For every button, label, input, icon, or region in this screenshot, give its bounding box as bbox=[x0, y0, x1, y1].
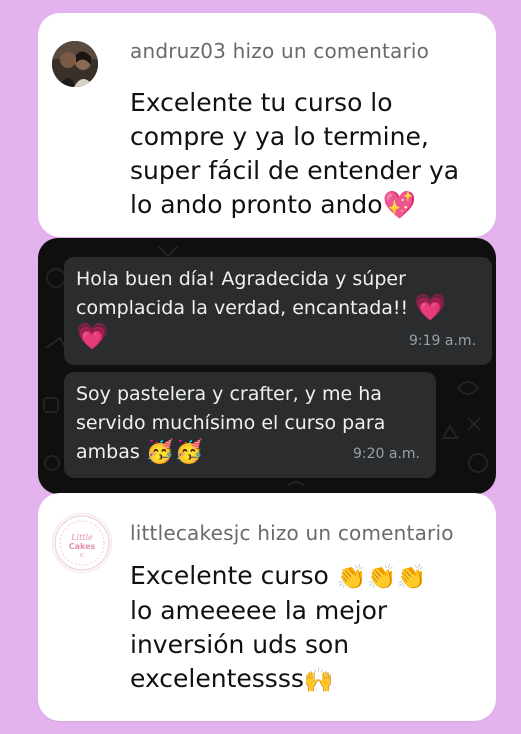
message-line: Hola buen día! Agradecida y súper bbox=[76, 265, 447, 294]
comment-line: inversión uds son bbox=[130, 630, 350, 659]
comment-text: Excelente curso 👏👏👏 lo ameeeee la mejor … bbox=[130, 559, 426, 697]
message-line: servido muchísimo el curso para bbox=[76, 412, 386, 434]
raising-hands-icon: 🙌 bbox=[303, 666, 334, 694]
message-text: Hola buen día! Agradecida y súper compla… bbox=[76, 265, 447, 352]
chat-message-bubble[interactable]: Soy pastelera y crafter, y me ha servido… bbox=[64, 372, 436, 478]
message-line-text: ambas bbox=[76, 441, 140, 463]
message-text: Soy pastelera y crafter, y me ha servido… bbox=[76, 380, 385, 467]
comment-card-andruz03: andruz03 hizo un comentario Excelente tu… bbox=[38, 13, 496, 237]
message-timestamp: 9:19 a.m. bbox=[408, 333, 476, 349]
avatar[interactable]: Little Cakes JC bbox=[52, 513, 112, 573]
message-line: ambas 🥳🥳 bbox=[76, 438, 385, 467]
comment-line: lo ando pronto ando bbox=[130, 190, 383, 219]
partying-face-icon: 🥳🥳 bbox=[145, 439, 204, 465]
svg-text:JC: JC bbox=[79, 553, 85, 559]
comment-line: excelentessss🙌 bbox=[130, 662, 426, 697]
comment-line-last: lo ando pronto ando💖 bbox=[130, 188, 459, 223]
comment-line: super fácil de entender ya bbox=[130, 156, 460, 185]
clapping-hands-icon: 👏👏👏 bbox=[336, 563, 427, 591]
comment-line-text: excelentessss bbox=[130, 664, 304, 693]
svg-text:Cakes: Cakes bbox=[69, 542, 96, 551]
comment-header: andruz03 hizo un comentario bbox=[130, 39, 430, 63]
pink-heart-icon: 💗 bbox=[414, 293, 447, 323]
message-line-text: complacida la verdad, encantada!! bbox=[76, 297, 409, 319]
comment-line: Excelente curso 👏👏👏 bbox=[130, 559, 426, 594]
pink-heart-icon: 💗 bbox=[76, 322, 109, 352]
comment-line: compre y ya lo termine, bbox=[130, 122, 429, 151]
sparkling-heart-icon: 💖 bbox=[382, 190, 417, 221]
chat-screenshot: Hola buen día! Agradecida y súper compla… bbox=[38, 238, 496, 494]
message-line: complacida la verdad, encantada!! 💗 bbox=[76, 294, 447, 323]
svg-text:Little: Little bbox=[70, 533, 93, 542]
avatar[interactable] bbox=[52, 41, 98, 87]
comment-line: Excelente tu curso lo bbox=[130, 88, 393, 117]
message-line: 💗 bbox=[76, 323, 447, 352]
comment-line-text: Excelente curso bbox=[130, 561, 329, 590]
comment-header: littlecakesjc hizo un comentario bbox=[130, 521, 454, 545]
comment-text: Excelente tu curso lo compre y ya lo ter… bbox=[130, 86, 459, 223]
chat-message-bubble[interactable]: Hola buen día! Agradecida y súper compla… bbox=[64, 257, 492, 365]
message-line: Soy pastelera y crafter, y me ha bbox=[76, 383, 382, 405]
message-timestamp: 9:20 a.m. bbox=[352, 446, 420, 462]
little-cakes-logo: Little Cakes JC bbox=[54, 515, 110, 571]
comment-card-littlecakesjc: Little Cakes JC littlecakesjc hizo un co… bbox=[38, 493, 496, 721]
message-line-text: Hola buen día! Agradecida y súper bbox=[76, 268, 406, 290]
comment-line: lo ameeeee la mejor bbox=[130, 596, 388, 625]
avatar-photo bbox=[52, 41, 98, 87]
